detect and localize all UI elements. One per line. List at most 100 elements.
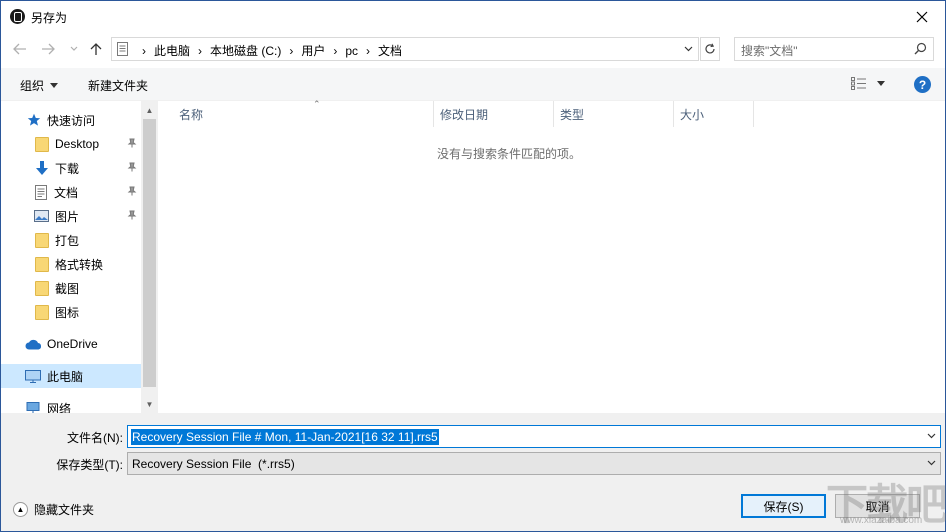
sidebar-item-label: 文档 bbox=[54, 185, 79, 200]
sidebar-item-label: 截图 bbox=[55, 281, 80, 296]
caret-down-icon bbox=[50, 83, 59, 88]
cloud-icon bbox=[25, 339, 42, 349]
search-input[interactable]: 搜索"文档" bbox=[734, 37, 934, 61]
scroll-up-icon[interactable]: ▲ bbox=[144, 105, 155, 115]
filename-label: 文件名(N): bbox=[67, 431, 123, 445]
back-arrow-icon bbox=[13, 43, 26, 55]
column-header-label: 大小 bbox=[680, 107, 705, 122]
empty-message: 没有与搜索条件匹配的项。 bbox=[436, 147, 581, 161]
column-header-name[interactable]: 名称 ⌃ bbox=[173, 99, 434, 127]
caret-down-icon bbox=[877, 81, 885, 86]
filename-value: Recovery Session File # Mon, 11-Jan-2021… bbox=[131, 429, 439, 445]
search-icon bbox=[914, 42, 927, 55]
sidebar-item-network[interactable]: 网络 bbox=[1, 396, 141, 413]
app-icon bbox=[10, 9, 25, 24]
column-header-size[interactable]: 大小 bbox=[674, 101, 754, 127]
organize-label: 组织 bbox=[20, 79, 45, 93]
pin-icon bbox=[127, 210, 137, 220]
network-icon bbox=[26, 401, 40, 413]
chevron-right-icon: › bbox=[333, 43, 338, 58]
sidebar-item-documents[interactable]: 文档 bbox=[1, 180, 141, 204]
filename-input[interactable]: Recovery Session File # Mon, 11-Jan-2021… bbox=[127, 425, 941, 448]
back-button[interactable] bbox=[11, 40, 29, 58]
star-icon bbox=[27, 113, 41, 126]
breadcrumb-item[interactable]: pc bbox=[345, 44, 358, 58]
navigation-pane-scrollbar[interactable]: ▲ ▼ bbox=[141, 101, 158, 413]
column-header-type[interactable]: 类型 bbox=[554, 101, 674, 127]
sidebar-item-label: 此电脑 bbox=[47, 369, 84, 384]
close-icon bbox=[916, 11, 928, 22]
sidebar-item-label: 快速访问 bbox=[47, 113, 96, 128]
forward-button[interactable] bbox=[39, 40, 57, 58]
sidebar-item-quick-access[interactable]: 快速访问 bbox=[1, 108, 141, 132]
pin-icon bbox=[127, 138, 137, 148]
organize-button[interactable]: 组织 bbox=[20, 77, 59, 94]
chevron-right-icon: › bbox=[142, 43, 146, 58]
document-icon bbox=[35, 184, 47, 200]
breadcrumb: › 此电脑 › 本地磁盘 (C:) › 用户 › pc › 文档 bbox=[134, 42, 402, 59]
chevron-down-icon[interactable] bbox=[927, 433, 936, 439]
folder-icon bbox=[35, 256, 49, 272]
chevron-right-icon: › bbox=[198, 43, 203, 58]
breadcrumb-item[interactable]: 用户 bbox=[301, 42, 325, 59]
column-header-label: 名称 bbox=[179, 107, 204, 122]
scroll-down-icon[interactable]: ▼ bbox=[144, 399, 155, 409]
hide-folders-toggle[interactable]: ▲ 隐藏文件夹 bbox=[13, 501, 94, 518]
address-bar[interactable]: › 此电脑 › 本地磁盘 (C:) › 用户 › pc › 文档 bbox=[111, 37, 699, 61]
save-form: 文件名(N): Recovery Session File # Mon, 11-… bbox=[1, 413, 945, 531]
sidebar-item-screenshots[interactable]: 截图 bbox=[1, 276, 141, 300]
help-icon[interactable]: ? bbox=[914, 76, 931, 93]
folder-icon bbox=[35, 232, 49, 248]
column-header-modified[interactable]: 修改日期 bbox=[434, 101, 554, 127]
file-list: 名称 ⌃ 修改日期 类型 大小 没有与搜索条件匹配的项。 bbox=[159, 99, 945, 413]
sidebar-item-desktop[interactable]: Desktop bbox=[1, 132, 141, 156]
close-button[interactable] bbox=[899, 1, 945, 32]
sidebar-item-icons[interactable]: 图标 bbox=[1, 300, 141, 324]
column-header-label: 类型 bbox=[560, 107, 585, 122]
breadcrumb-item[interactable]: 文档 bbox=[378, 42, 402, 59]
breadcrumb-item[interactable]: 本地磁盘 (C:) bbox=[210, 42, 281, 59]
filetype-select[interactable]: Recovery Session File (*.rrs5) bbox=[127, 452, 941, 475]
breadcrumb-item[interactable]: 此电脑 bbox=[154, 42, 190, 59]
sidebar-item-format-convert[interactable]: 格式转换 bbox=[1, 252, 141, 276]
sidebar-item-label: 图标 bbox=[55, 305, 80, 320]
sidebar-item-downloads[interactable]: 下载 bbox=[1, 156, 141, 180]
sidebar-item-label: 图片 bbox=[55, 209, 80, 224]
pin-icon bbox=[127, 162, 137, 172]
column-header-label: 修改日期 bbox=[440, 107, 489, 122]
recent-locations-button[interactable] bbox=[65, 40, 83, 58]
search-placeholder: 搜索"文档" bbox=[741, 44, 798, 58]
sidebar-item-label: OneDrive bbox=[47, 337, 98, 351]
command-toolbar: 组织 新建文件夹 ? bbox=[1, 68, 945, 101]
chevron-down-icon[interactable] bbox=[684, 46, 693, 52]
scrollbar-thumb[interactable] bbox=[143, 119, 156, 387]
watermark-url: www.xiazaiba.com bbox=[840, 515, 923, 526]
new-folder-button[interactable]: 新建文件夹 bbox=[88, 77, 148, 94]
sidebar-item-dabao[interactable]: 打包 bbox=[1, 228, 141, 252]
sort-up-icon: ⌃ bbox=[313, 99, 321, 109]
refresh-button[interactable] bbox=[700, 37, 720, 61]
up-button[interactable] bbox=[87, 40, 105, 58]
window-title: 另存为 bbox=[31, 11, 68, 25]
sidebar-item-onedrive[interactable]: OneDrive bbox=[1, 332, 141, 356]
chevron-down-icon bbox=[927, 460, 936, 466]
navigation-bar: › 此电脑 › 本地磁盘 (C:) › 用户 › pc › 文档 搜索"文档" bbox=[1, 32, 945, 66]
sidebar-item-label: 打包 bbox=[55, 233, 80, 248]
refresh-icon bbox=[705, 43, 715, 54]
view-options-button[interactable] bbox=[851, 77, 885, 90]
download-arrow-icon bbox=[36, 160, 48, 175]
folder-icon bbox=[35, 304, 49, 320]
save-button[interactable]: 保存(S) bbox=[741, 494, 826, 518]
forward-arrow-icon bbox=[42, 43, 55, 55]
view-details-icon bbox=[851, 77, 866, 90]
chevron-right-icon: › bbox=[289, 43, 294, 58]
sidebar-item-label: 格式转换 bbox=[55, 257, 104, 272]
picture-icon bbox=[34, 210, 49, 222]
folder-icon bbox=[35, 136, 49, 152]
sidebar-item-pictures[interactable]: 图片 bbox=[1, 204, 141, 228]
sidebar-item-this-pc[interactable]: 此电脑 bbox=[1, 364, 141, 388]
navigation-pane: 快速访问 Desktop 下载 文档 图片 打包 格式转换 截图 图标 OneD… bbox=[1, 101, 158, 413]
folder-icon bbox=[35, 280, 49, 296]
up-arrow-icon bbox=[90, 43, 102, 55]
sidebar-item-label: 下载 bbox=[55, 161, 80, 176]
